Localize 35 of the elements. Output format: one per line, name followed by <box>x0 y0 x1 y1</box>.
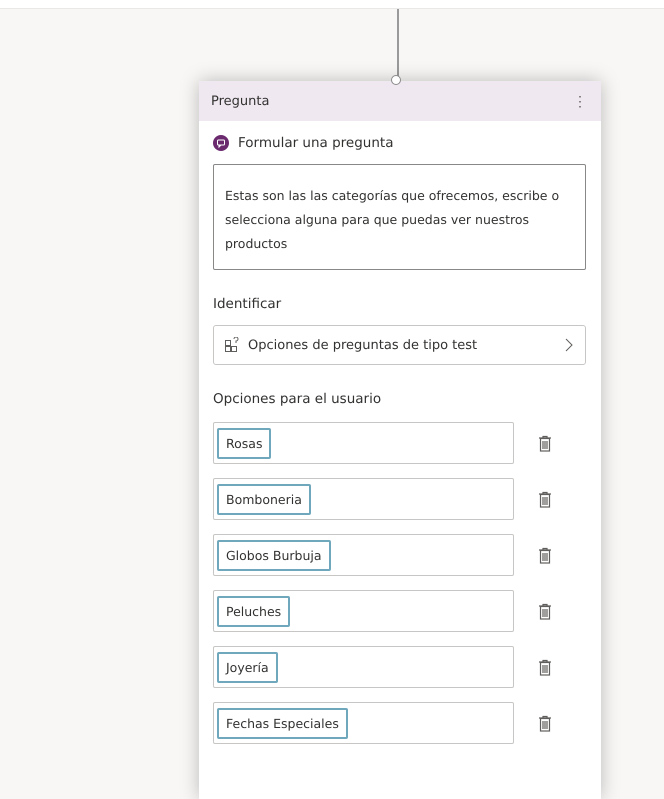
trash-icon <box>538 714 552 732</box>
trash-icon <box>538 602 552 620</box>
option-tag: Bomboneria <box>217 484 311 514</box>
option-tag: Peluches <box>217 596 290 626</box>
delete-button[interactable] <box>538 434 552 452</box>
action-title: Formular una pregunta <box>238 135 394 151</box>
option-field[interactable]: Peluches <box>213 590 514 632</box>
option-field[interactable]: Globos Burbuja <box>213 534 514 576</box>
option-tag: Joyería <box>217 652 278 682</box>
delete-button[interactable] <box>538 658 552 676</box>
option-tag: Fechas Especiales <box>217 708 348 738</box>
message-field[interactable]: Estas son las las categorías que ofrecemos, escribe o selecciona alguna para que puedas ver nuestros productos <box>213 164 586 270</box>
delete-button[interactable] <box>538 602 552 620</box>
option-field[interactable]: Rosas <box>213 422 514 464</box>
option-field[interactable]: Joyería <box>213 646 514 688</box>
options-label: Opciones para el usuario <box>213 391 382 407</box>
more-menu-button[interactable]: ⋮ <box>571 93 589 109</box>
trash-icon <box>538 490 552 508</box>
option-field[interactable]: Fechas Especiales <box>213 702 514 744</box>
chevron-right-icon <box>565 338 573 352</box>
grid-icon <box>224 337 240 353</box>
delete-button[interactable] <box>538 490 552 508</box>
identify-label: Identificar <box>213 296 282 312</box>
chat-icon <box>213 135 229 151</box>
node-title: Pregunta <box>211 94 270 108</box>
connection-port[interactable] <box>391 75 401 85</box>
delete-button[interactable] <box>538 546 552 564</box>
trash-icon <box>538 658 552 676</box>
delete-button[interactable] <box>538 714 552 732</box>
option-tag: Rosas <box>217 428 272 458</box>
option-tag: Globos Burbuja <box>217 540 331 570</box>
option-field[interactable]: Bomboneria <box>213 478 514 520</box>
trash-icon <box>538 546 552 564</box>
trash-icon <box>538 434 552 452</box>
identify-selector[interactable]: Opciones de preguntas de tipo test <box>213 325 586 365</box>
